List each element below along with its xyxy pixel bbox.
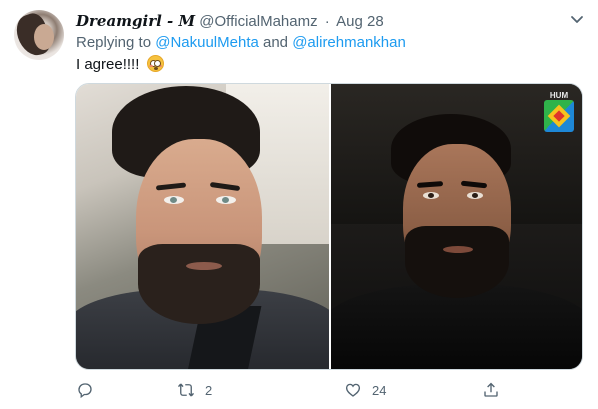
- reply-icon: [78, 383, 92, 399]
- retweet-button[interactable]: 2: [177, 379, 212, 401]
- tweet-date[interactable]: Aug 28: [336, 13, 384, 30]
- photo-mouth: [443, 246, 473, 253]
- photo-eye: [164, 196, 184, 204]
- display-name[interactable]: Dreamgirl - M: [76, 12, 195, 30]
- right-photo[interactable]: HUM: [331, 84, 582, 369]
- mention-link[interactable]: @alirehmankhan: [292, 34, 406, 51]
- tweet-actions: 2 24: [76, 379, 516, 401]
- replying-joiner: and: [263, 34, 289, 51]
- tweet-card[interactable]: Dreamgirl - M @OfficialMahamz · Aug 28 R…: [0, 0, 598, 409]
- left-photo[interactable]: [76, 84, 329, 369]
- photo-eye: [423, 192, 439, 199]
- retweet-count: 2: [205, 382, 213, 398]
- channel-logo-text: HUM: [549, 91, 569, 100]
- tweet-text: I agree!!!!: [76, 55, 164, 75]
- share-button[interactable]: [482, 379, 510, 401]
- avatar[interactable]: [14, 10, 64, 60]
- photo-eye: [467, 192, 483, 199]
- header-separator: ·: [324, 13, 330, 30]
- mention-link[interactable]: @NakuulMehta: [155, 34, 259, 51]
- avatar-face: [34, 24, 54, 50]
- retweet-icon: [177, 383, 195, 397]
- channel-logo-icon: HUM: [544, 91, 574, 132]
- heart-icon: [345, 383, 361, 397]
- chevron-down-icon[interactable]: [568, 10, 586, 28]
- photo-mouth: [186, 262, 222, 270]
- flushed-face-emoji-icon: [146, 55, 164, 72]
- photo-beard: [138, 244, 260, 324]
- like-count: 24: [372, 382, 387, 398]
- photo-beard: [405, 226, 509, 298]
- tweet-body: I agree!!!!: [76, 56, 140, 73]
- user-handle[interactable]: @OfficialMahamz: [199, 13, 317, 30]
- tweet-header: Dreamgirl - M @OfficialMahamz · Aug 28: [76, 11, 384, 31]
- replying-to-line: Replying to @NakuulMehta and @alirehmank…: [76, 33, 406, 53]
- share-icon: [484, 382, 498, 397]
- photo-eye: [216, 196, 236, 204]
- replying-to-label: Replying to: [76, 34, 152, 51]
- media-gallery: HUM: [75, 83, 583, 370]
- reply-button[interactable]: [76, 379, 104, 401]
- like-button[interactable]: 24: [344, 379, 386, 401]
